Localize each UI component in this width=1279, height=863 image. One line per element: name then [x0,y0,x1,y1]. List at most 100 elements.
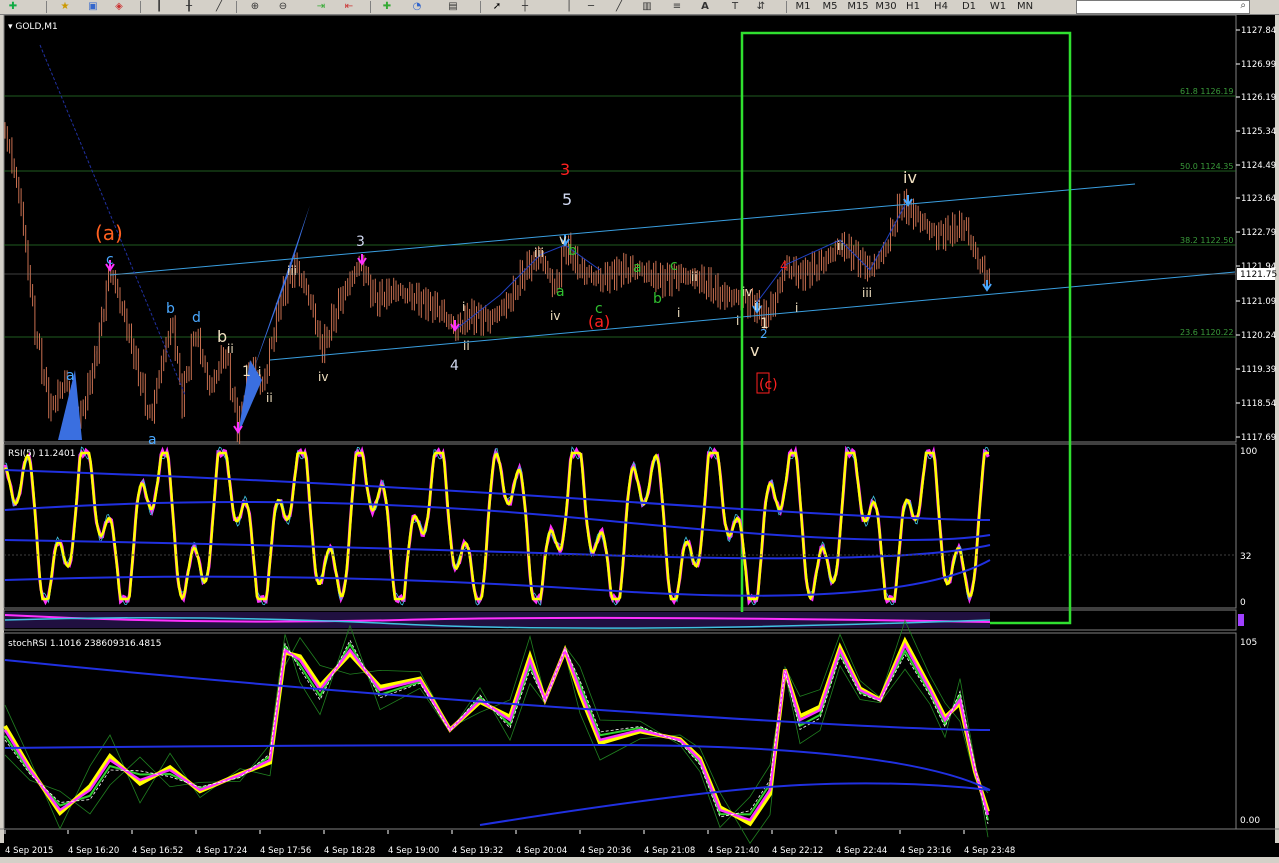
wave-label: ii [227,342,234,356]
wave-label: c [670,258,678,274]
harmonic-pattern-shape [250,205,310,380]
wave-label: v [559,233,567,248]
time-tick-label: 4 Sep 20:04 [516,846,567,856]
price-tick-label: 1123.64 [1241,194,1276,204]
price-tick-label: 1120.24 [1241,331,1276,341]
wave-label: b [653,291,662,307]
stochrsi-indicator [3,619,991,844]
fib-level-label: 38.2 1122.50 [1180,236,1233,245]
wave-label: 1 [242,364,251,380]
time-tick-label: 4 Sep 22:12 [772,846,823,856]
dashed-trendline[interactable] [39,44,186,396]
price-tick-label: 1124.49 [1241,161,1276,171]
stoch-yellow-line [3,636,990,827]
wave-label: 3 [0,0,8,3]
harmonic-pattern-shape [82,268,110,440]
stoch-dashed-line [4,639,989,824]
fib-level-label: 50.0 1124.35 [1180,162,1233,171]
price-tick-label: 1125.34 [1241,127,1276,137]
stoch-scale-top: 105 [1240,638,1257,648]
wave-label: i [795,301,798,315]
wave-label: ii [691,270,698,284]
wave-label: ii [463,339,470,353]
time-tick-label: 4 Sep 17:24 [196,846,247,856]
rsi-scale-mid: 32 [1240,552,1251,562]
price-tick-label: 1122.79 [1241,228,1276,238]
time-tick-label: 4 Sep 23:48 [964,846,1015,856]
wave-label: 4 [450,358,459,374]
wave-label: (a) [588,312,610,331]
time-tick-label: 4 Sep 16:52 [132,846,183,856]
wave-label: iv [318,370,328,384]
time-axis: 4 Sep 2015 4 Sep 16:20 4 Sep 16:52 4 Sep 17… [4,830,1015,856]
rsi-band-line [4,559,991,597]
wave-label: d [192,310,201,326]
time-tick-label: 4 Sep 21:08 [644,846,695,856]
highlight-box[interactable] [740,31,1072,625]
stoch-green-line [4,642,989,821]
time-tick-label: 4 Sep 17:56 [260,846,311,856]
price-tick-label: 1126.99 [1241,60,1276,70]
wave-label: b [217,327,227,346]
fibonacci-levels: 61.8 1126.19 50.0 1124.35 38.2 1122.50 23.6… [4,87,1236,338]
wave-label: b [166,301,175,317]
wave-label: 2 [760,327,768,341]
time-tick-label: 4 Sep 22:44 [836,846,887,856]
time-tick-label: 4 Sep 2015 [5,846,53,856]
wave-label: iv [550,309,560,323]
time-tick-label: 4 Sep 19:00 [388,846,439,856]
wave-label: iii [287,264,297,278]
mini-scale-marker [1238,614,1244,626]
symbol-label: ▾ GOLD,M1 [8,22,58,32]
stochrsi-label: stochRSI 1.1016 238609316.4815 [8,639,162,649]
wave-label: 3 [356,234,365,250]
wave-label: ii [266,391,273,405]
wave-label: (c) [759,377,778,393]
wave-labels: (a)cabdabii1 iiiiii3ivi4ii35iiivbaiv c(a)a… [0,0,917,448]
rsi-scale-bottom: 0 [1240,598,1246,608]
wave-label: (a) [95,221,123,245]
price-axis: 1127.84 1126.99 1126.19 1125.34 1124.49 1123.… [1236,26,1276,443]
time-tick-label: 4 Sep 20:36 [580,846,631,856]
wave-label: a [556,284,565,300]
mini-indicator [4,612,1244,629]
price-tick-label: 1121.09 [1241,297,1276,307]
wave-label: i [462,300,465,314]
stoch-band-line [479,782,991,826]
chart-canvas[interactable]: 61.8 1126.19 50.0 1124.35 38.2 1122.50 23.6… [0,0,1279,863]
price-candles [4,122,990,445]
time-tick-label: 4 Sep 21:40 [708,846,759,856]
rsi-indicator [3,445,1236,606]
current-price-value: 1121.75 [1240,270,1277,280]
fib-level-label: 23.6 1120.22 [1180,328,1233,337]
time-tick-label: 4 Sep 16:20 [68,846,119,856]
channel-upper-line[interactable] [109,183,1136,276]
wave-label: a [66,368,75,384]
time-tick-label: 4 Sep 23:16 [900,846,951,856]
rsi-band-line [4,539,991,560]
wave-label: 5 [562,190,572,209]
stoch-scale-bottom: 0.00 [1240,816,1260,826]
stoch-magenta-line [3,642,990,822]
wave-label: a [148,432,157,448]
rsi-label: RSI(5) 11.2401 [8,449,75,459]
price-tick-label: 1118.54 [1241,399,1276,409]
wave-label: i [258,365,261,379]
wave-label: i [677,306,680,320]
price-tick-label: 1126.19 [1241,93,1276,103]
wave-label: iii [862,286,872,300]
wave-label: ii [754,299,761,313]
wave-label: c [106,252,114,268]
wave-label: a [633,260,642,276]
wave-label: iv [742,285,752,299]
fib-level-label: 61.8 1126.19 [1180,87,1233,96]
wave-label: 4 [780,259,788,273]
stoch-band-line [4,659,991,731]
wave-label: b [568,243,577,259]
rsi-scale-top: 100 [1240,447,1257,457]
price-tick-label: 1117.69 [1241,433,1276,443]
time-tick-label: 4 Sep 19:32 [452,846,503,856]
price-tick-label: 1119.39 [1241,365,1276,375]
wave-label: iii [534,246,544,260]
time-tick-label: 4 Sep 18:28 [324,846,375,856]
